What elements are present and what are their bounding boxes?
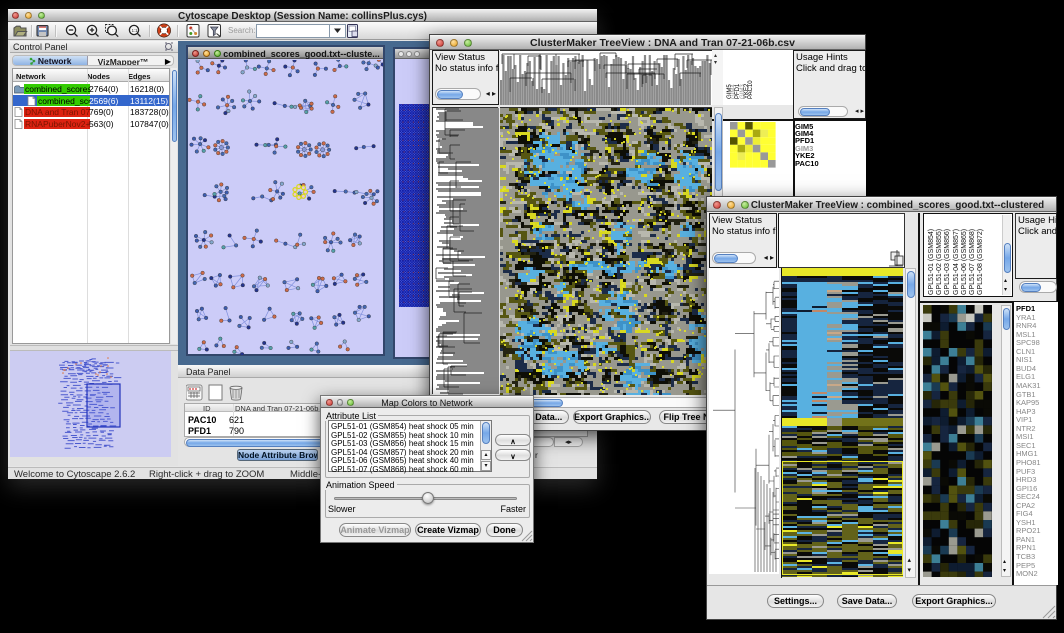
svg-text:Search:: Search: — [228, 26, 256, 35]
svg-text:1:1: 1:1 — [132, 28, 138, 33]
